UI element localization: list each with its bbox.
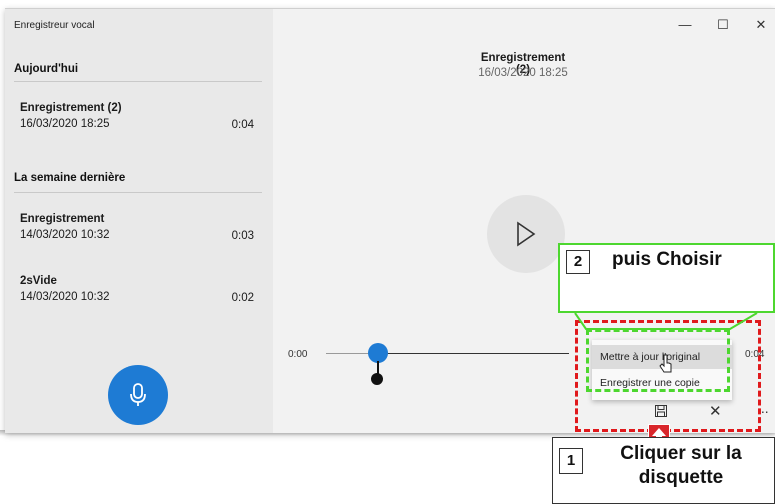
- step-number: 1: [559, 448, 583, 474]
- annotation-step-2: 2 puis Choisir: [558, 243, 775, 313]
- step-number: 2: [566, 250, 590, 274]
- step-text: Cliquer sur la disquette: [620, 443, 742, 488]
- step-text: puis Choisir: [612, 249, 722, 270]
- annotation-step-1: 1 Cliquer sur la disquette: [552, 437, 775, 504]
